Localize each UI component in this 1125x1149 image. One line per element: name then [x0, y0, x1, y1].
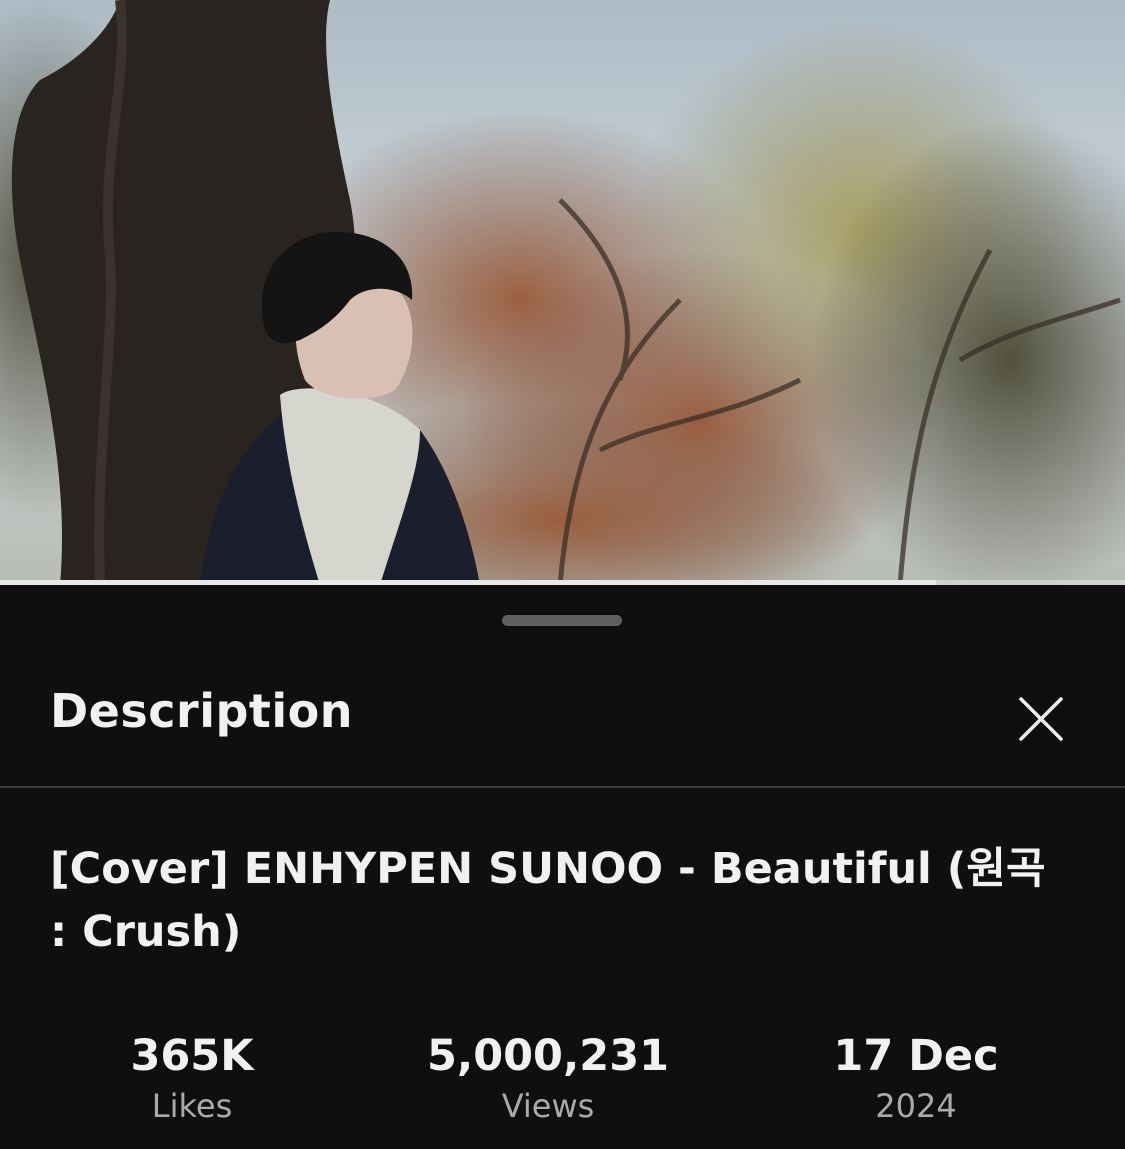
upload-date-year: 2024 [875, 1087, 957, 1125]
description-header: Description [0, 660, 1125, 788]
video-stats: 365K Likes 5,000,231 Views 17 Dec 2024 [0, 1030, 1125, 1130]
video-player[interactable] [0, 0, 1125, 585]
video-frame-image [0, 0, 1125, 585]
header-divider [0, 786, 1125, 788]
likes-count: 365K [130, 1031, 254, 1081]
likes-stat: 365K Likes [32, 1030, 352, 1128]
views-stat: 5,000,231 Views [388, 1030, 708, 1128]
upload-date-day: 17 Dec [833, 1031, 999, 1081]
views-label: Views [501, 1087, 595, 1125]
video-progress-fill [0, 580, 936, 585]
video-progress-bar[interactable] [0, 580, 1125, 585]
description-panel: Description [Cover] ENHYPEN SUNOO - Beau… [0, 590, 1125, 1149]
panel-title: Description [50, 684, 354, 738]
upload-date-stat: 17 Dec 2024 [756, 1030, 1076, 1128]
drag-handle[interactable] [502, 615, 622, 626]
views-count: 5,000,231 [426, 1031, 670, 1081]
video-description-screen: Description [Cover] ENHYPEN SUNOO - Beau… [0, 0, 1125, 1149]
close-button[interactable] [1010, 688, 1072, 750]
close-icon [1019, 697, 1063, 741]
likes-label: Likes [151, 1087, 233, 1125]
video-title: [Cover] ENHYPEN SUNOO - Beautiful (원곡 : … [50, 844, 1046, 957]
